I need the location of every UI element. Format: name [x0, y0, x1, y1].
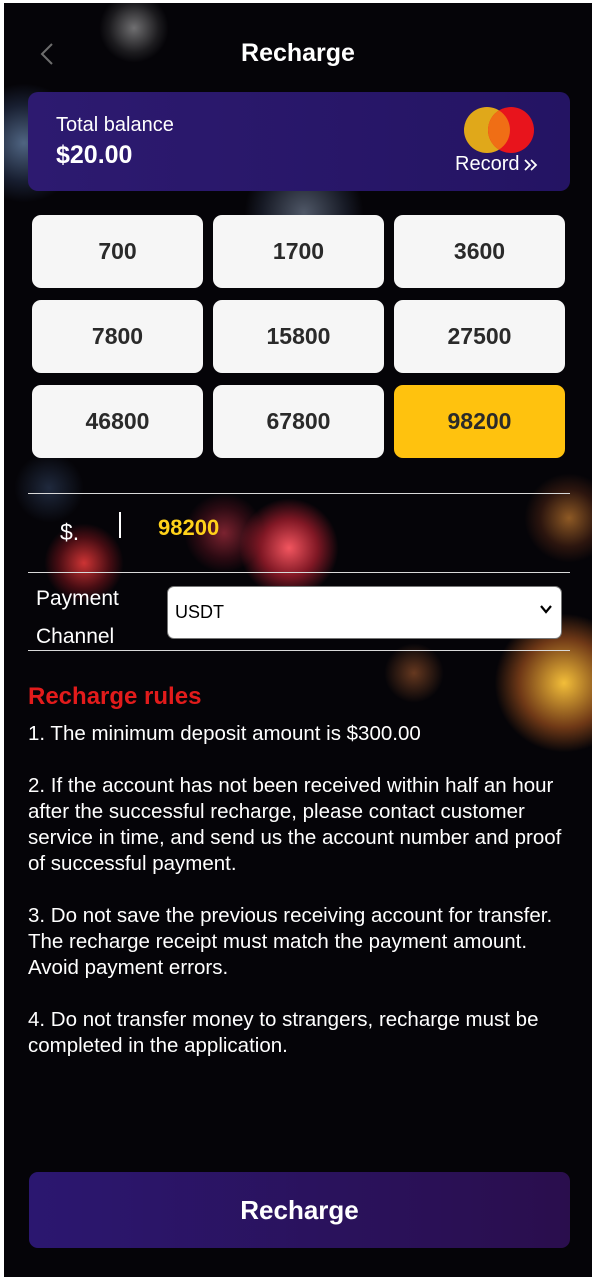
- amount-option[interactable]: 46800: [32, 385, 203, 458]
- input-separator: [119, 512, 121, 538]
- header: Recharge: [4, 3, 592, 103]
- divider: [28, 493, 570, 494]
- payment-channel-label: Payment Channel: [36, 580, 119, 656]
- recharge-rules: Recharge rules 1. The minimum deposit am…: [28, 683, 573, 1085]
- recharge-screen: Recharge Total balance $20.00 Record 700…: [4, 3, 592, 1277]
- payment-channel-select[interactable]: USDT: [167, 586, 562, 639]
- amount-option[interactable]: 67800: [213, 385, 384, 458]
- record-label: Record: [455, 153, 520, 175]
- divider: [28, 572, 570, 573]
- payment-label-line1: Payment: [36, 587, 119, 610]
- rule-item: 2. If the account has not been received …: [28, 774, 562, 875]
- balance-value: $20.00: [56, 141, 133, 169]
- amount-option[interactable]: 700: [32, 215, 203, 288]
- double-chevron-right-icon: [524, 158, 538, 171]
- rule-item: 4. Do not transfer money to strangers, r…: [28, 1008, 539, 1057]
- payment-channel-row: Payment Channel USDT: [28, 574, 570, 652]
- amount-option[interactable]: 7800: [32, 300, 203, 373]
- divider: [28, 650, 570, 651]
- amount-option-selected[interactable]: 98200: [394, 385, 565, 458]
- balance-card: Total balance $20.00 Record: [28, 92, 570, 191]
- payment-channel-value: USDT: [175, 602, 224, 622]
- recharge-button[interactable]: Recharge: [29, 1172, 570, 1248]
- balance-label: Total balance: [56, 114, 174, 136]
- mastercard-logo-icon: [464, 107, 534, 153]
- page-title: Recharge: [241, 39, 355, 67]
- record-link[interactable]: Record: [455, 153, 539, 176]
- amount-option[interactable]: 3600: [394, 215, 565, 288]
- amount-input[interactable]: [158, 511, 408, 545]
- amount-row: $.: [28, 495, 570, 573]
- rules-title: Recharge rules: [28, 683, 202, 710]
- currency-symbol: $.: [60, 519, 80, 545]
- rule-item: 1. The minimum deposit amount is $300.00: [28, 722, 421, 745]
- chevron-down-icon: [540, 605, 552, 614]
- amount-option[interactable]: 15800: [213, 300, 384, 373]
- amount-option[interactable]: 1700: [213, 215, 384, 288]
- amount-option[interactable]: 27500: [394, 300, 565, 373]
- amount-grid: 700 1700 3600 7800 15800 27500 46800 678…: [32, 215, 566, 458]
- rule-item: 3. Do not save the previous receiving ac…: [28, 904, 553, 979]
